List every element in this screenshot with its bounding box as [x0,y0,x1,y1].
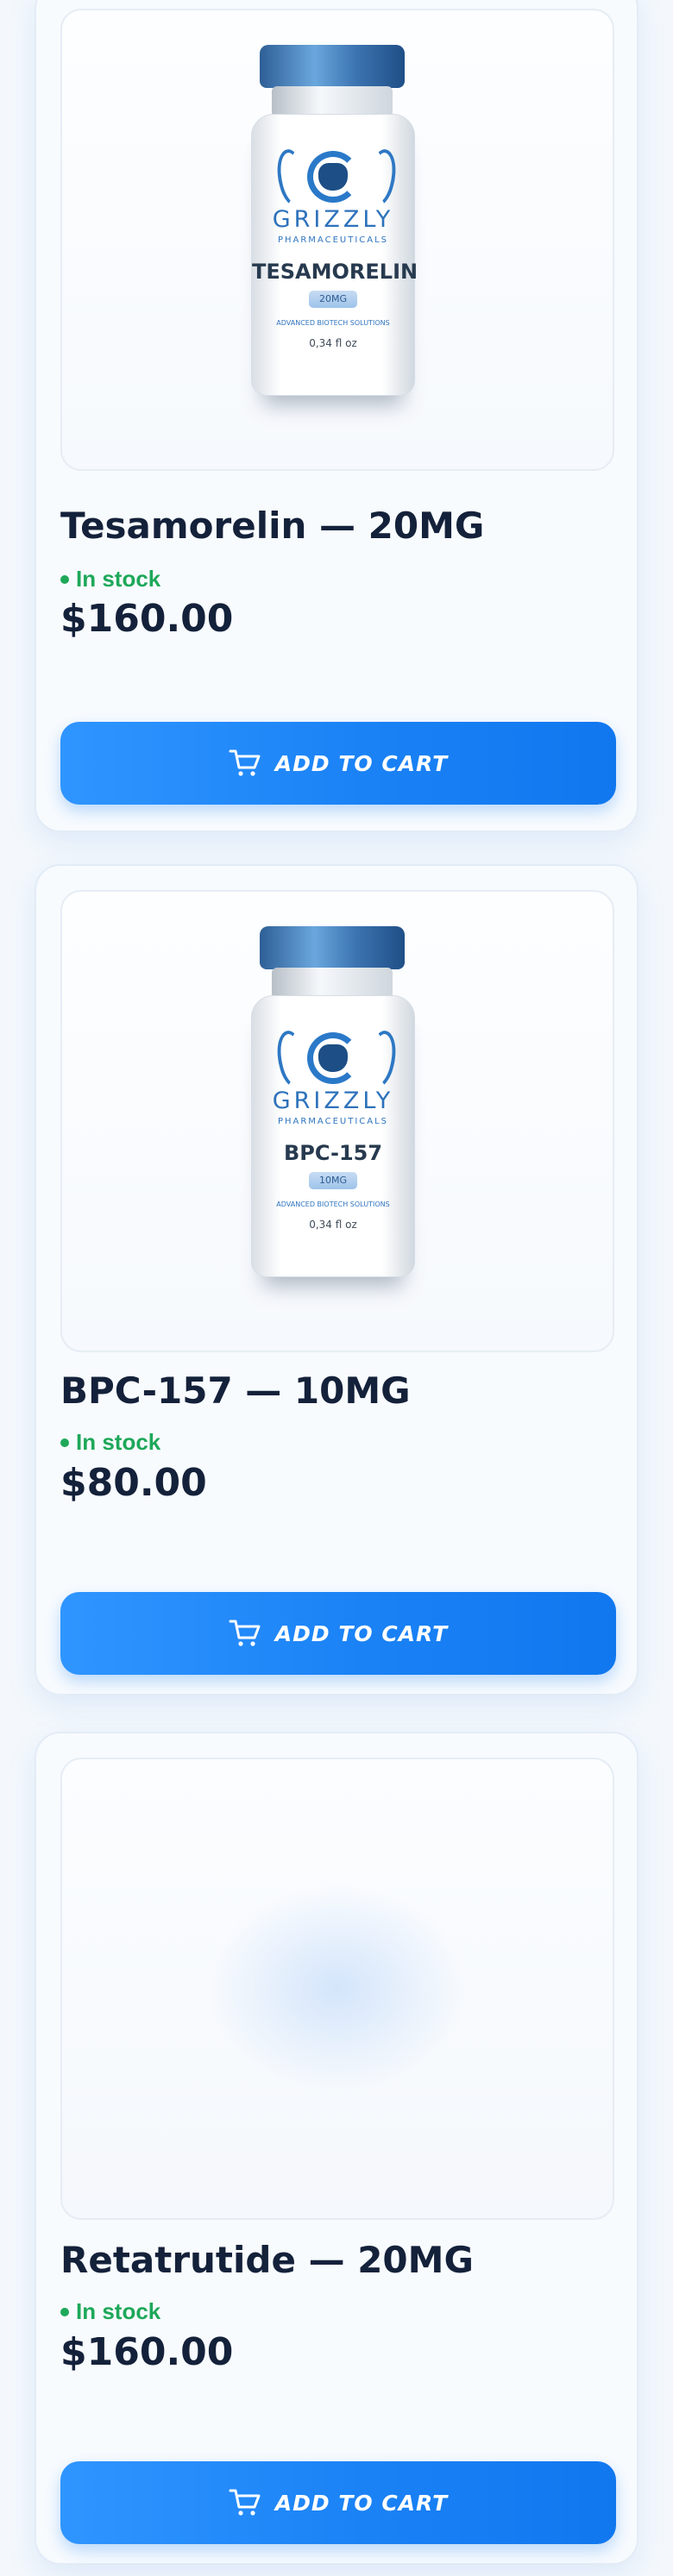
product-title[interactable]: BPC-157 — 10MG [60,1369,616,1413]
vial-volume: 0,34 fl oz [309,337,357,349]
laurel-right-icon [361,146,402,210]
shopping-cart-icon [229,1620,261,1646]
product-image[interactable]: GRIZZLY PHARMACEUTICALS BPC-157 10MG ADV… [60,890,614,1352]
vial-neck [272,86,393,117]
vial-image: GRIZZLY PHARMACEUTICALS BPC-157 10MG ADV… [251,926,424,1306]
add-to-cart-button[interactable]: ADD TO CART [60,2461,616,2544]
vial-tagline: ADVANCED BIOTECH SOLUTIONS [276,319,390,327]
vial-image: GRIZZLY PHARMACEUTICALS TESAMORELIN 20MG… [251,45,424,424]
vial-brand: GRIZZLY [272,206,394,233]
vial-label: GRIZZLY PHARMACEUTICALS TESAMORELIN 20MG… [251,114,418,396]
vial-subbrand: PHARMACEUTICALS [277,235,389,245]
laurel-right-icon [361,1027,402,1091]
product-price: $160.00 [60,597,234,641]
shopping-cart-icon [229,749,261,776]
add-to-cart-button[interactable]: ADD TO CART [60,1592,616,1675]
stock-dot-icon [60,2308,69,2316]
vial-dose: 20MG [309,291,357,308]
stock-dot-icon [60,1438,69,1447]
stock-status: In stock [60,1428,160,1456]
product-price: $160.00 [60,2330,234,2374]
product-card: GRIZZLY PHARMACEUTICALS TESAMORELIN 20MG… [35,0,638,832]
product-title[interactable]: Retatrutide — 20MG [60,2239,616,2282]
stock-status-label: In stock [76,1429,161,1455]
vial-product-name: BPC-157 [283,1141,383,1165]
stock-status: In stock [60,2297,160,2325]
product-image-placeholder[interactable] [60,1758,614,2220]
vial-label: GRIZZLY PHARMACEUTICALS BPC-157 10MG ADV… [251,995,415,1277]
bear-icon [318,163,348,191]
laurel-left-icon [271,1027,312,1091]
product-price: $80.00 [60,1461,207,1505]
vial-subbrand: PHARMACEUTICALS [277,1117,389,1126]
vial-cap [260,926,405,969]
stock-status: In stock [60,565,160,592]
add-to-cart-label: ADD TO CART [274,750,449,776]
stock-status-label: In stock [76,2298,161,2324]
add-to-cart-button[interactable]: ADD TO CART [60,722,616,805]
product-card: GRIZZLY PHARMACEUTICALS BPC-157 10MG ADV… [35,864,638,1695]
product-card: Retatrutide — 20MG In stock $160.00 ADD … [35,1732,638,2565]
shopping-cart-icon [229,2489,261,2516]
vial-neck [272,968,393,999]
vial-tagline: ADVANCED BIOTECH SOLUTIONS [276,1200,390,1208]
bear-icon [318,1044,348,1072]
product-title[interactable]: Tesamorelin — 20MG [60,505,616,548]
vial-cap [260,45,405,88]
vial-product-name: TESAMORELIN [252,260,418,284]
add-to-cart-label: ADD TO CART [274,2490,449,2516]
vial-volume: 0,34 fl oz [309,1219,357,1231]
add-to-cart-label: ADD TO CART [274,1620,449,1646]
vial-brand: GRIZZLY [272,1087,394,1114]
product-image[interactable]: GRIZZLY PHARMACEUTICALS TESAMORELIN 20MG… [60,9,614,471]
stock-status-label: In stock [76,566,161,592]
laurel-left-icon [271,146,312,210]
vial-dose: 10MG [309,1172,357,1189]
stock-dot-icon [60,575,69,584]
